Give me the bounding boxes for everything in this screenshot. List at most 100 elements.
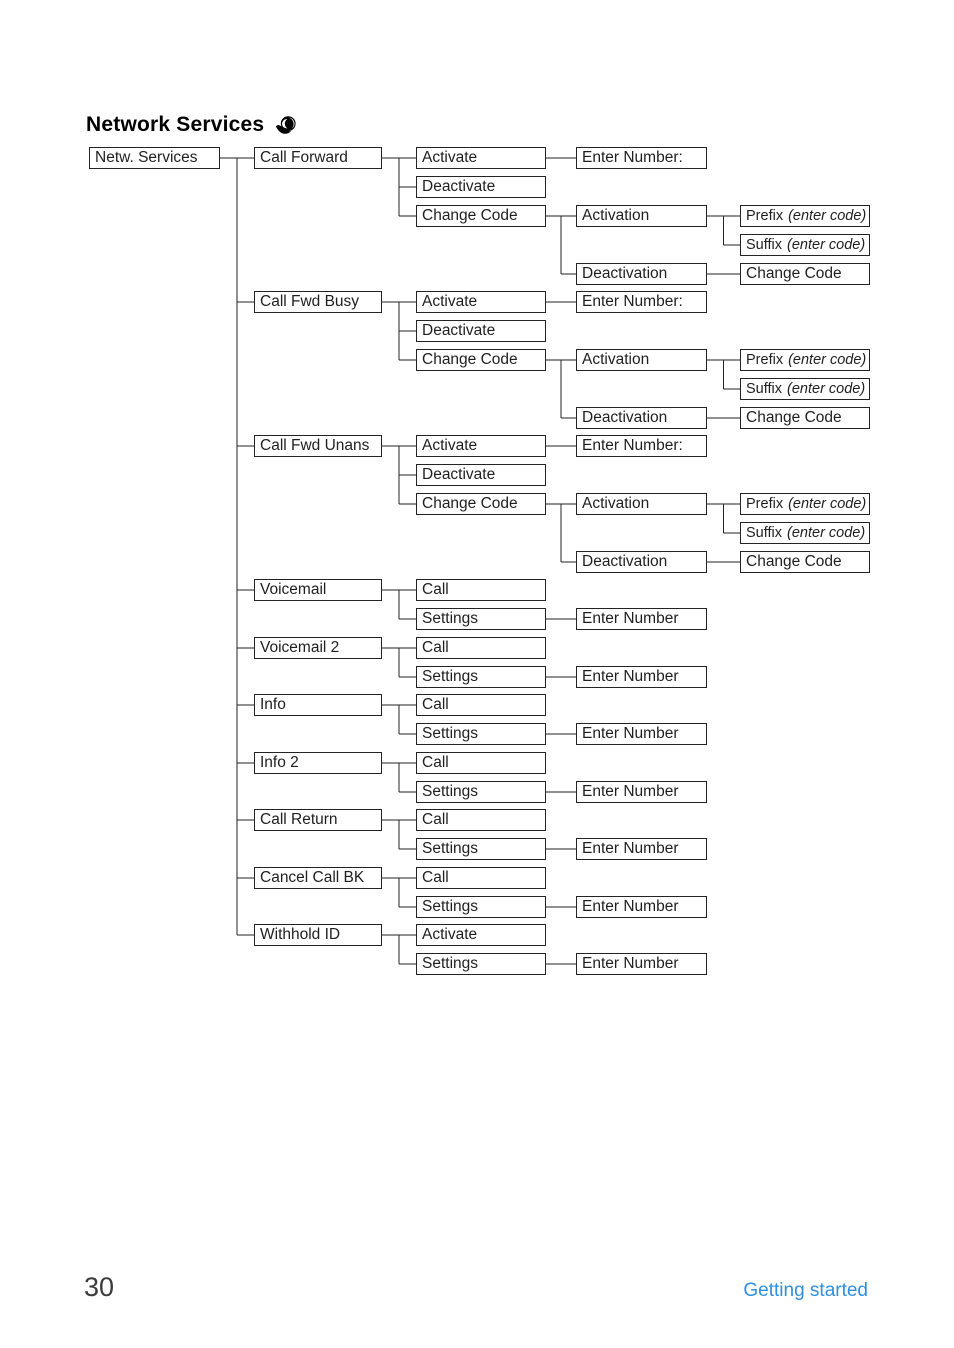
tree-node-label: Activate [422,149,478,167]
tree-node-label: Activate [422,926,478,944]
tree-node-label: Deactivation [582,265,668,283]
tree-node-n6a[interactable]: Call [416,694,546,716]
tree-node-n7a[interactable]: Call [416,752,546,774]
tree-node-label: Info [260,696,286,714]
tree-node-n5b[interactable]: Settings [416,666,546,688]
tree-node-label: Suffix [746,380,783,397]
tree-node-label: Deactivate [422,466,496,484]
tree-node-label: Enter Number [582,783,679,801]
tree-node-label: Settings [422,955,479,973]
tree-node-label: Call [422,869,449,887]
tree-node-n9a[interactable]: Call [416,867,546,889]
tree-node-label: Activation [582,351,650,369]
tree-node-n8b1[interactable]: Enter Number [576,838,707,860]
tree-node-label: Prefix [746,207,784,224]
tree-node-n3c1a[interactable]: Prefix (enter code) [740,493,870,515]
tree-node-note: (enter code) [788,495,867,512]
tree-node-n3[interactable]: Call Fwd Unans [254,435,382,457]
tree-node-n1[interactable]: Call Forward [254,147,382,169]
tree-node-n3a1[interactable]: Enter Number: [576,435,707,457]
tree-node-n10[interactable]: Withhold ID [254,924,382,946]
tree-node-n9b[interactable]: Settings [416,896,546,918]
tree-node-n1a1[interactable]: Enter Number: [576,147,707,169]
tree-node-n3c2[interactable]: Deactivation [576,551,707,573]
tree-node-n2c1b[interactable]: Suffix (enter code) [740,378,870,400]
tree-node-label: Call [422,754,449,772]
tree-node-label: Activate [422,437,478,455]
tree-node-label: Change Code [746,409,842,427]
tree-node-n10a[interactable]: Activate [416,924,546,946]
tree-node-label: Enter Number: [582,293,683,311]
tree-node-n2b[interactable]: Deactivate [416,320,546,342]
tree-node-n8[interactable]: Call Return [254,809,382,831]
tree-node-n6[interactable]: Info [254,694,382,716]
tree-node-n2c2[interactable]: Deactivation [576,407,707,429]
tree-node-label: Change Code [746,265,842,283]
tree-node-n4b[interactable]: Settings [416,608,546,630]
tree-node-label: Call Forward [260,149,348,167]
tree-node-n6b1[interactable]: Enter Number [576,723,707,745]
tree-node-n2[interactable]: Call Fwd Busy [254,291,382,313]
tree-node-n9[interactable]: Cancel Call BK [254,867,382,889]
tree-node-n8b[interactable]: Settings [416,838,546,860]
tree-node-note: (enter code) [788,351,867,368]
tree-node-n5b1[interactable]: Enter Number [576,666,707,688]
tree-node-label: Call Fwd Busy [260,293,360,311]
tree-node-label: Deactivate [422,322,496,340]
tree-node-n2c1[interactable]: Activation [576,349,707,371]
page-number: 30 [84,1272,115,1302]
tree-node-label: Call [422,811,449,829]
tree-node-n2c2a[interactable]: Change Code [740,407,870,429]
tree-node-label: Change Code [422,207,518,225]
tree-node-n4a[interactable]: Call [416,579,546,601]
tree-node-label: Settings [422,783,479,801]
tree-node-n7b1[interactable]: Enter Number [576,781,707,803]
tree-node-n7b[interactable]: Settings [416,781,546,803]
tree-node-n1b[interactable]: Deactivate [416,176,546,198]
tree-node-n3c1b[interactable]: Suffix (enter code) [740,522,870,544]
tree-node-n2c1a[interactable]: Prefix (enter code) [740,349,870,371]
tree-node-n2c[interactable]: Change Code [416,349,546,371]
tree-node-n4[interactable]: Voicemail [254,579,382,601]
tree-node-n1a[interactable]: Activate [416,147,546,169]
tree-node-n4b1[interactable]: Enter Number [576,608,707,630]
tree-node-n1c1b[interactable]: Suffix (enter code) [740,234,870,256]
tree-node-n3c1[interactable]: Activation [576,493,707,515]
tree-node-n2a1[interactable]: Enter Number: [576,291,707,313]
tree-node-label: Enter Number: [582,149,683,167]
tree-node-n1c[interactable]: Change Code [416,205,546,227]
tree-node-note: (enter code) [788,207,867,224]
tree-node-n5[interactable]: Voicemail 2 [254,637,382,659]
tree-node-label: Change Code [746,553,842,571]
tree-node-label: Withhold ID [260,926,341,944]
tree-node-n8a[interactable]: Call [416,809,546,831]
tree-node-n2a[interactable]: Activate [416,291,546,313]
tree-node-label: Activation [582,495,650,513]
tree-node-n5a[interactable]: Call [416,637,546,659]
tree-node-root[interactable]: Netw. Services [89,147,220,169]
tree-node-label: Settings [422,610,479,628]
tree-node-n6b[interactable]: Settings [416,723,546,745]
tree-node-note: (enter code) [787,524,866,541]
tree-node-label: Voicemail 2 [260,639,340,657]
tree-node-n10b[interactable]: Settings [416,953,546,975]
tree-node-n7[interactable]: Info 2 [254,752,382,774]
footer-section-label: Getting started [743,1280,868,1301]
tree-node-n3c[interactable]: Change Code [416,493,546,515]
tree-node-label: Enter Number [582,610,679,628]
tree-node-n1c2a[interactable]: Change Code [740,263,870,285]
tree-node-label: Settings [422,840,479,858]
tree-node-n1c2[interactable]: Deactivation [576,263,707,285]
tree-node-n9b1[interactable]: Enter Number [576,896,707,918]
tree-node-n3a[interactable]: Activate [416,435,546,457]
tree-node-label: Suffix [746,524,783,541]
tree-node-n3b[interactable]: Deactivate [416,464,546,486]
tree-node-label: Settings [422,725,479,743]
tree-node-n1c1[interactable]: Activation [576,205,707,227]
tree-node-n1c1a[interactable]: Prefix (enter code) [740,205,870,227]
tree-node-n10b1[interactable]: Enter Number [576,953,707,975]
tree-node-label: Change Code [422,495,518,513]
tree-node-label: Enter Number [582,898,679,916]
tree-node-note: (enter code) [787,380,866,397]
tree-node-n3c2a[interactable]: Change Code [740,551,870,573]
